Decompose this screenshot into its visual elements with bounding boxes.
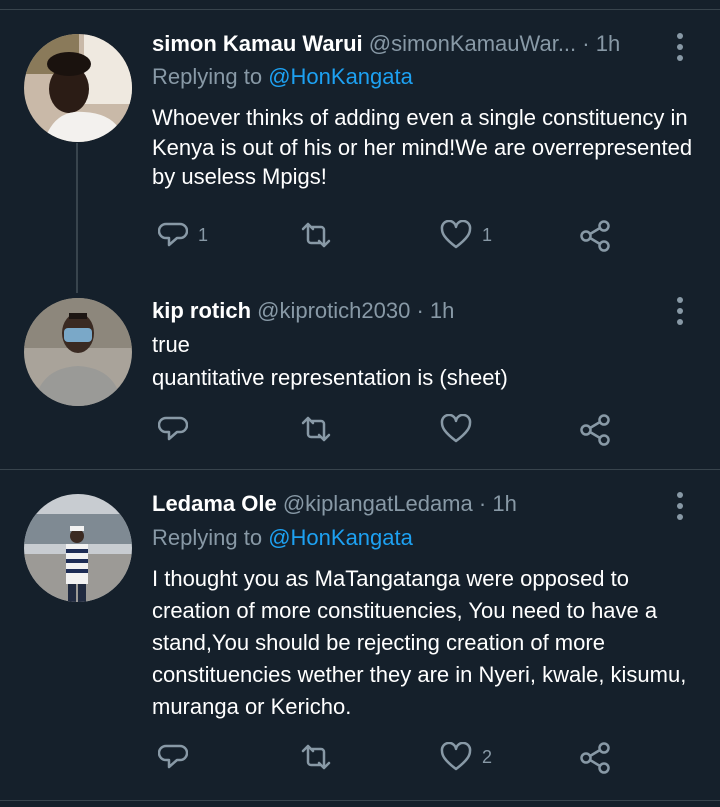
retweet-button[interactable] — [300, 414, 332, 444]
author-handle[interactable]: @kiplangatLedama — [283, 491, 473, 516]
like-button[interactable]: 2 — [440, 742, 492, 772]
tweet-header: simon Kamau Warui @simonKamauWar... · 1h — [152, 31, 620, 57]
reply-icon — [158, 222, 188, 247]
avatar-ledama[interactable] — [24, 494, 132, 602]
tweet-header: kip rotich @kiprotich2030 · 1h — [152, 298, 454, 324]
share-icon — [580, 220, 610, 252]
author-name[interactable]: kip rotich — [152, 298, 251, 323]
like-icon — [440, 220, 472, 249]
more-options-icon[interactable] — [672, 33, 688, 66]
tweet-actions — [0, 410, 720, 450]
replying-to-label: Replying to — [152, 64, 263, 89]
avatar-kip[interactable] — [24, 298, 132, 406]
reply-count: 1 — [198, 224, 209, 245]
reply-icon — [158, 744, 188, 769]
retweet-icon — [301, 222, 331, 248]
tweet-actions: 2 — [0, 738, 720, 778]
replying-to: Replying to @HonKangata — [152, 525, 413, 551]
more-options-icon[interactable] — [672, 492, 688, 525]
author-name[interactable]: Ledama Ole — [152, 491, 277, 516]
author-handle[interactable]: @simonKamauWar... — [369, 31, 576, 56]
like-icon — [440, 742, 472, 771]
retweet-button[interactable] — [300, 742, 332, 772]
reply-button[interactable]: 1 — [158, 220, 208, 250]
like-icon — [440, 414, 472, 443]
like-count: 1 — [482, 224, 493, 245]
share-icon — [580, 414, 610, 446]
tweet-header: Ledama Ole @kiplangatLedama · 1h — [152, 491, 517, 517]
author-handle[interactable]: @kiprotich2030 — [257, 298, 410, 323]
reply-button[interactable] — [158, 742, 188, 772]
like-count: 2 — [482, 746, 493, 767]
tweet-text-line: true — [152, 332, 190, 357]
timestamp[interactable]: 1h — [430, 298, 454, 323]
separator-dot: · — [478, 491, 487, 516]
author-name[interactable]: simon Kamau Warui — [152, 31, 363, 56]
share-button[interactable] — [580, 414, 610, 446]
like-button[interactable] — [440, 414, 472, 444]
share-button[interactable] — [580, 742, 610, 774]
retweet-icon — [301, 744, 331, 770]
replying-to-label: Replying to — [152, 525, 263, 550]
replying-to: Replying to @HonKangata — [152, 64, 413, 90]
separator-dot: · — [416, 298, 424, 323]
tweet-text: true quantitative representation is (she… — [152, 328, 702, 394]
retweet-button[interactable] — [300, 220, 332, 250]
top-divider — [0, 0, 720, 10]
like-button[interactable]: 1 — [440, 220, 492, 250]
tweet-divider — [0, 800, 720, 801]
timestamp[interactable]: 1h — [492, 491, 516, 516]
tweet-text: Whoever thinks of adding even a single c… — [152, 105, 693, 189]
retweet-icon — [301, 416, 331, 442]
separator-dot: · — [582, 31, 590, 56]
tweet-text: I thought you as MaTangatanga were oppos… — [152, 566, 687, 719]
share-icon — [580, 742, 610, 774]
replying-to-mention[interactable]: @HonKangata — [268, 64, 413, 89]
timestamp[interactable]: 1h — [596, 31, 620, 56]
reply-icon — [158, 416, 188, 441]
share-button[interactable] — [580, 220, 610, 252]
tweet-text-line: quantitative representation is (sheet) — [152, 365, 508, 390]
tweet-divider — [0, 469, 720, 470]
avatar-simon[interactable] — [24, 34, 132, 142]
replying-to-mention[interactable]: @HonKangata — [268, 525, 413, 550]
more-options-icon[interactable] — [672, 297, 688, 330]
reply-button[interactable] — [158, 414, 188, 444]
tweet-actions: 1 1 — [0, 216, 720, 256]
